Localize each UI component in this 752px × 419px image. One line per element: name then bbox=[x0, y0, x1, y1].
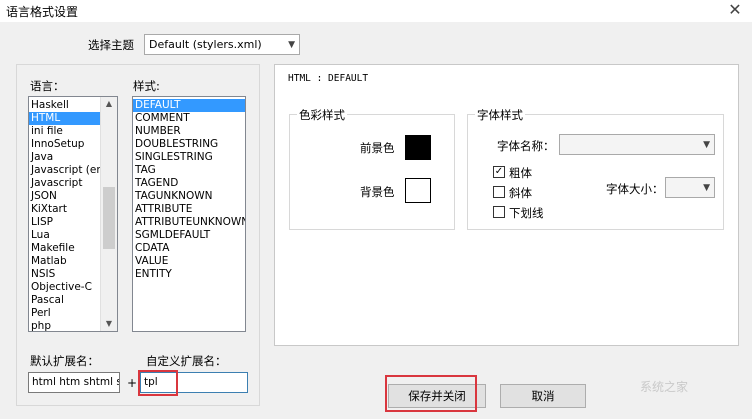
style-list[interactable]: DEFAULT COMMENT NUMBER DOUBLESTRING SINGLEST… bbox=[132, 96, 246, 332]
bold-checkbox[interactable]: ✓ bbox=[493, 166, 505, 178]
list-item[interactable]: JSON bbox=[29, 190, 101, 203]
list-item[interactable]: Makefile bbox=[29, 242, 101, 255]
fg-label: 前景色 bbox=[360, 141, 395, 155]
custom-ext-highlight bbox=[138, 370, 178, 396]
list-item[interactable]: COMMENT bbox=[133, 112, 245, 125]
color-group bbox=[289, 114, 455, 230]
list-item[interactable]: HTML bbox=[29, 112, 101, 125]
language-list[interactable]: Haskell HTML ini file InnoSetup Java Javascri… bbox=[28, 96, 118, 332]
scroll-down-icon[interactable]: ▼ bbox=[101, 317, 117, 331]
list-item[interactable]: NUMBER bbox=[133, 125, 245, 138]
chevron-down-icon: ▼ bbox=[703, 140, 710, 150]
chevron-down-icon: ▼ bbox=[703, 183, 710, 193]
font-size-label: 字体大小： bbox=[606, 182, 664, 196]
close-icon[interactable]: ✕ bbox=[722, 1, 748, 19]
list-item[interactable]: Haskell bbox=[29, 99, 101, 112]
list-item[interactable]: ENTITY bbox=[133, 268, 245, 281]
bg-color-swatch[interactable] bbox=[405, 178, 431, 203]
font-name-label: 字体名称： bbox=[497, 139, 555, 153]
list-item[interactable]: TAGEND bbox=[133, 177, 245, 190]
underline-checkbox[interactable] bbox=[493, 206, 505, 218]
list-item[interactable]: Javascript (en bbox=[29, 164, 101, 177]
list-item[interactable]: Javascript bbox=[29, 177, 101, 190]
list-item[interactable]: TAGUNKNOWN bbox=[133, 190, 245, 203]
watermark-text: 系统之家 bbox=[640, 380, 689, 394]
cancel-button[interactable]: 取消 bbox=[500, 384, 586, 408]
bold-label: 粗体 bbox=[509, 166, 532, 180]
save-button-highlight bbox=[385, 375, 477, 412]
language-scrollbar[interactable]: ▲ ▼ bbox=[100, 97, 117, 331]
title-bar bbox=[0, 0, 752, 22]
list-item[interactable]: KiXtart bbox=[29, 203, 101, 216]
font-group-title: 字体样式 bbox=[475, 107, 525, 123]
list-item[interactable]: SINGLESTRING bbox=[133, 151, 245, 164]
underline-label: 下划线 bbox=[509, 206, 544, 220]
list-item[interactable]: Pascal bbox=[29, 294, 101, 307]
list-item[interactable]: TAG bbox=[133, 164, 245, 177]
plus-sign: + bbox=[127, 376, 138, 390]
theme-select[interactable]: Default (stylers.xml) ▼ bbox=[144, 34, 300, 55]
list-item[interactable]: InnoSetup bbox=[29, 138, 101, 151]
scroll-thumb[interactable] bbox=[103, 187, 115, 249]
font-name-select[interactable]: ▼ bbox=[559, 134, 715, 155]
bg-label: 背景色 bbox=[360, 185, 395, 199]
theme-label: 选择主题 bbox=[88, 38, 134, 52]
list-item[interactable]: DEFAULT bbox=[133, 99, 245, 112]
list-item[interactable]: VALUE bbox=[133, 255, 245, 268]
list-item[interactable]: ATTRIBUTE bbox=[133, 203, 245, 216]
list-item[interactable]: Perl bbox=[29, 307, 101, 320]
list-item[interactable]: LISP bbox=[29, 216, 101, 229]
window-title: 语言格式设置 bbox=[6, 5, 79, 19]
font-size-select[interactable]: ▼ bbox=[665, 177, 715, 198]
list-item[interactable]: ini file bbox=[29, 125, 101, 138]
italic-checkbox[interactable] bbox=[493, 186, 505, 198]
list-item[interactable]: SGMLDEFAULT bbox=[133, 229, 245, 242]
default-ext-field[interactable]: html htm shtml sht bbox=[28, 372, 120, 393]
chevron-down-icon: ▼ bbox=[288, 40, 295, 50]
list-item[interactable]: ATTRIBUTEUNKNOWN bbox=[133, 216, 245, 229]
list-item[interactable]: php bbox=[29, 320, 101, 331]
list-item[interactable]: Lua bbox=[29, 229, 101, 242]
list-item[interactable]: NSIS bbox=[29, 268, 101, 281]
preview-header: HTML : DEFAULT bbox=[288, 73, 369, 84]
list-item[interactable]: DOUBLESTRING bbox=[133, 138, 245, 151]
list-item[interactable]: Java bbox=[29, 151, 101, 164]
language-label: 语言： bbox=[30, 79, 65, 93]
default-ext-label: 默认扩展名： bbox=[30, 354, 99, 368]
style-label: 样式: bbox=[133, 79, 160, 93]
italic-label: 斜体 bbox=[509, 186, 532, 200]
list-item[interactable]: Objective-C bbox=[29, 281, 101, 294]
font-group bbox=[467, 114, 724, 230]
scroll-up-icon[interactable]: ▲ bbox=[101, 97, 117, 111]
list-item[interactable]: CDATA bbox=[133, 242, 245, 255]
custom-ext-label: 自定义扩展名： bbox=[146, 354, 227, 368]
color-group-title: 色彩样式 bbox=[297, 107, 347, 123]
theme-select-value: Default (stylers.xml) bbox=[149, 38, 262, 51]
fg-color-swatch[interactable] bbox=[405, 135, 431, 160]
list-item[interactable]: Matlab bbox=[29, 255, 101, 268]
